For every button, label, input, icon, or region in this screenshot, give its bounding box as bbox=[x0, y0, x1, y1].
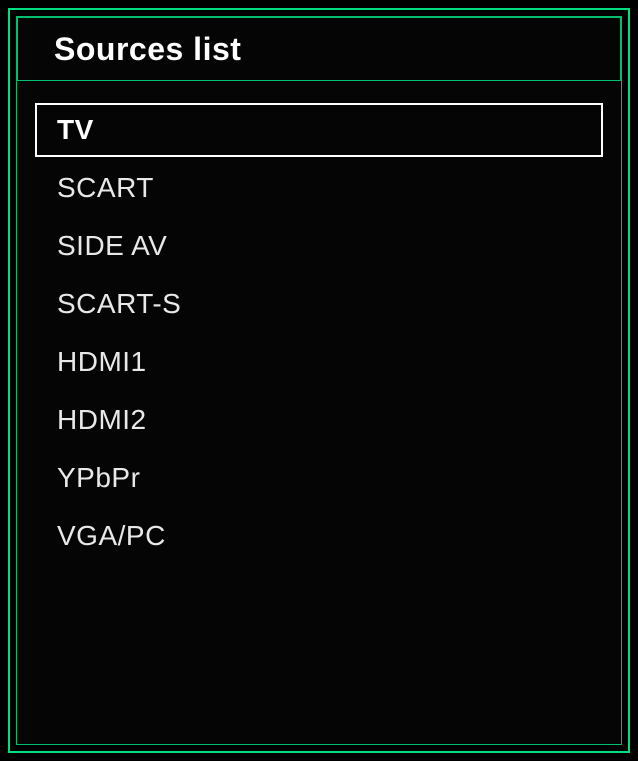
source-item-scart[interactable]: SCART bbox=[35, 161, 603, 215]
source-item-hdmi1[interactable]: HDMI1 bbox=[35, 335, 603, 389]
source-label: YPbPr bbox=[57, 462, 140, 494]
source-label: TV bbox=[57, 114, 94, 146]
source-label: HDMI1 bbox=[57, 346, 147, 378]
source-label: SCART-S bbox=[57, 288, 181, 320]
source-item-tv[interactable]: TV bbox=[35, 103, 603, 157]
source-label: SCART bbox=[57, 172, 154, 204]
source-item-side-av[interactable]: SIDE AV bbox=[35, 219, 603, 273]
source-item-hdmi2[interactable]: HDMI2 bbox=[35, 393, 603, 447]
source-item-vga-pc[interactable]: VGA/PC bbox=[35, 509, 603, 563]
source-label: HDMI2 bbox=[57, 404, 147, 436]
source-item-ypbpr[interactable]: YPbPr bbox=[35, 451, 603, 505]
sources-list: TV SCART SIDE AV SCART-S HDMI1 HDMI2 YPb… bbox=[35, 103, 603, 567]
page-title: Sources list bbox=[54, 31, 241, 68]
inner-frame: Sources list TV SCART SIDE AV SCART-S HD… bbox=[16, 16, 622, 745]
title-bar: Sources list bbox=[17, 17, 621, 81]
outer-frame: Sources list TV SCART SIDE AV SCART-S HD… bbox=[8, 8, 630, 753]
source-label: SIDE AV bbox=[57, 230, 167, 262]
source-label: VGA/PC bbox=[57, 520, 166, 552]
source-item-scart-s[interactable]: SCART-S bbox=[35, 277, 603, 331]
